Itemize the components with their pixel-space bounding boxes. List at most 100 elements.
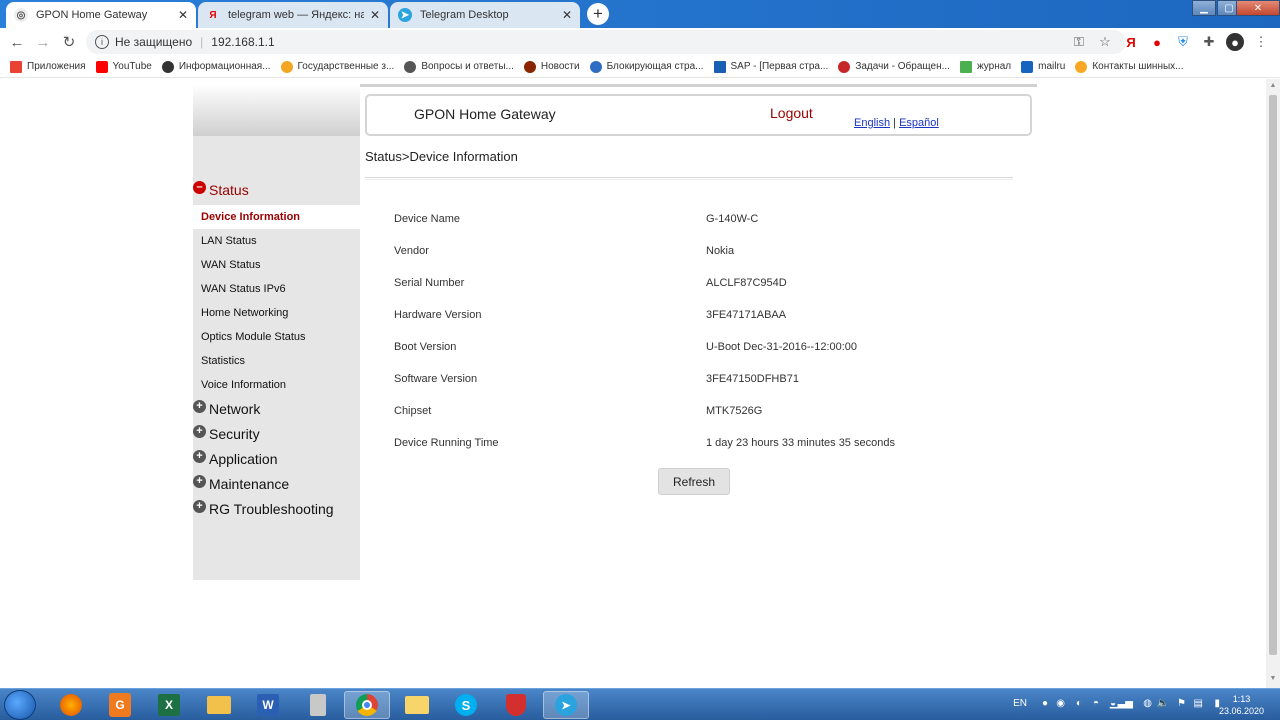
globe-icon: ◎ [14,8,28,22]
calculator-icon[interactable] [295,691,341,719]
back-icon[interactable]: ← [4,34,30,51]
window-close-button[interactable]: ✕ [1236,0,1280,16]
skype-tray-icon[interactable]: ◐ [1076,698,1082,709]
bookmark-journal[interactable]: журнал [959,60,1011,73]
windows-taskbar: G X W S ➤ EN ● ◉ ◐ ◓ ◒ ▁▃▅ ◍ 🔈 ⚑ ▤ ▮ 1:1… [0,688,1280,720]
menu-item-voice-information[interactable]: Voice Information [201,379,286,391]
pdf-app-icon[interactable]: G [97,691,143,719]
bookmark-blocking[interactable]: Блокирующая стра... [589,60,704,73]
menu-item-optics-module-status[interactable]: Optics Module Status [201,331,306,343]
scrollbar-thumb[interactable] [1269,95,1277,655]
menu-dots-icon[interactable]: ⋮ [1252,33,1270,51]
menu-group-network[interactable]: + Network [193,399,261,417]
avatar[interactable]: ● [1226,33,1244,51]
yandex-red-icon[interactable]: ● [1148,33,1166,51]
gateway-title: GPON Home Gateway [414,106,556,122]
menu-item-device-information[interactable]: Device Information [193,205,360,229]
url-text[interactable]: 192.168.1.1 [211,35,274,49]
shield-icon[interactable]: ⛨ [1174,33,1192,51]
system-clock[interactable]: 1:13 23.06.2020 [1219,693,1264,717]
bookmark-sap[interactable]: SAP - [Первая стра... [713,60,828,73]
page-scrollbar[interactable]: ▲ ▼ [1266,79,1280,688]
network-tray-icon[interactable]: ◓ [1093,698,1099,709]
scroll-down-icon[interactable]: ▼ [1269,675,1277,683]
tab-telegram-web-search[interactable]: Я telegram web — Яндекс: нашлось ✕ [198,2,388,28]
menu-item-home-networking[interactable]: Home Networking [201,307,288,319]
tasks-icon [838,60,851,73]
bookmark-gov[interactable]: Государственные з... [280,60,394,73]
bookmark-questions[interactable]: Вопросы и ответы... [404,60,514,73]
close-icon[interactable]: ✕ [562,8,572,22]
bookmark-mailru[interactable]: mailru [1021,60,1065,73]
yandex-icon: Я [209,9,217,21]
mail-icon [1021,60,1034,73]
windows-icon [959,60,972,73]
minimize-button[interactable]: ▁ [1192,0,1216,16]
bookmark-tasks[interactable]: Задачи - Обращен... [838,60,950,73]
menu-item-statistics[interactable]: Statistics [201,355,245,367]
plus-icon: + [193,449,206,463]
word-icon[interactable]: W [245,691,291,719]
bookmark-label: Вопросы и ответы... [421,61,514,72]
start-button[interactable] [4,690,36,720]
menu-group-application[interactable]: + Application [193,449,278,467]
menu-item-wan-status-ipv6[interactable]: WAN Status IPv6 [201,283,286,295]
tab-gpon-home-gateway[interactable]: ◎ GPON Home Gateway ✕ [6,2,196,28]
bookmark-info[interactable]: Информационная... [161,60,271,73]
menu-group-status[interactable]: – Status [193,180,249,198]
bookmark-contacts[interactable]: Контакты шинных... [1075,60,1184,73]
action-center-icon[interactable]: ⚑ [1177,698,1186,709]
plus-icon: + [193,499,206,513]
new-tab-button[interactable]: + [587,3,609,25]
yandex-extension-icon[interactable]: Я [1122,33,1140,51]
menu-group-maintenance[interactable]: + Maintenance [193,474,289,492]
english-link[interactable]: English [854,117,890,129]
folder-icon[interactable] [394,691,440,719]
info-label-serial-number: Serial Number [394,277,465,289]
bookmark-news[interactable]: Новости [523,60,580,73]
menu-group-rg-troubleshooting[interactable]: + RG Troubleshooting [193,499,334,517]
address-bar[interactable]: i Не защищено | 192.168.1.1 [86,30,1126,54]
sync-icon[interactable]: ◉ [1056,698,1065,709]
telegram-taskbar-icon[interactable]: ➤ [543,691,589,719]
plus-icon: + [193,424,206,438]
notes-icon[interactable]: ▤ [1194,698,1203,709]
close-icon[interactable]: ✕ [370,8,380,22]
language-switcher: English | Español [854,117,939,129]
menu-group-label: Network [209,401,261,417]
explorer-icon[interactable] [196,691,242,719]
scroll-up-icon[interactable]: ▲ [1269,82,1277,90]
menu-item-wan-status[interactable]: WAN Status [201,259,261,271]
menu-group-security[interactable]: + Security [193,424,260,442]
info-label-chipset: Chipset [394,405,432,417]
bookmark-youtube[interactable]: YouTube [95,60,152,73]
info-value-boot-version: U-Boot Dec-31-2016--12:00:00 [706,341,858,353]
refresh-button[interactable]: Refresh [658,468,730,495]
tab-telegram-desktop[interactable]: ➤ Telegram Desktop ✕ [390,2,580,28]
chrome-icon[interactable] [344,691,390,719]
key-icon[interactable]: ⚿ [1070,33,1088,51]
volume-icon[interactable]: 🔈 [1157,698,1169,709]
chrome-tray-icon[interactable]: ● [1042,698,1048,709]
skype-icon[interactable]: S [443,691,489,719]
language-indicator[interactable]: EN [1013,698,1027,709]
firefox-icon[interactable] [48,691,94,719]
menu-item-lan-status[interactable]: LAN Status [201,235,257,247]
forward-icon[interactable]: → [30,34,56,51]
excel-icon[interactable]: X [146,691,192,719]
spanish-link[interactable]: Español [899,117,939,129]
info-label-software-version: Software Version [394,373,478,385]
info-icon[interactable]: i [95,35,109,49]
signal-icon[interactable]: ▁▃▅ [1110,698,1133,709]
star-icon[interactable]: ☆ [1096,33,1114,51]
close-icon[interactable]: ✕ [178,8,188,22]
extensions-icon[interactable]: ✚ [1200,33,1218,51]
menu-group-label: RG Troubleshooting [209,501,334,517]
reload-icon[interactable]: ↻ [56,33,82,51]
bookmarks-bar: Приложения YouTube Информационная... Гос… [0,56,1280,78]
bookmark-apps[interactable]: Приложения [10,60,86,73]
globe-tray-icon[interactable]: ◍ [1143,698,1152,709]
bookmark-label: Информационная... [178,61,271,72]
vpn-shield-icon[interactable] [493,691,539,719]
logout-link[interactable]: Logout [770,105,813,121]
